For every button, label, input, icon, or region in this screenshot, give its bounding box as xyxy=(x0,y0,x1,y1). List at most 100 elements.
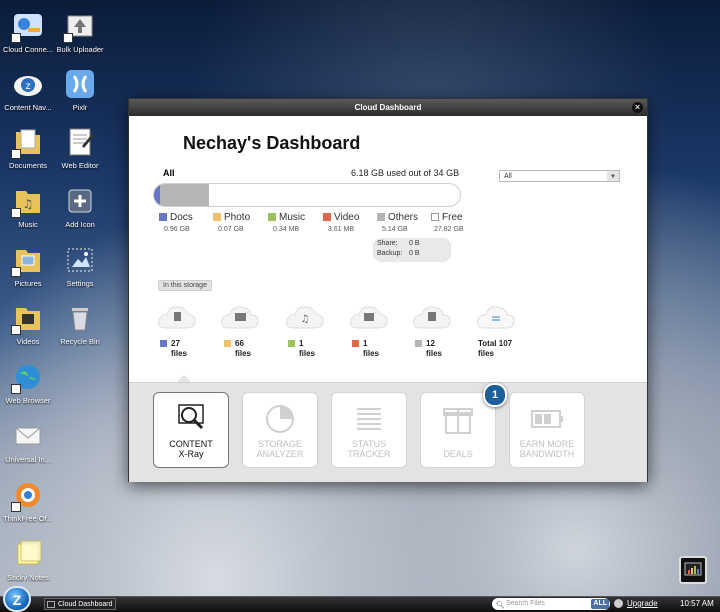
video-file-count: 1 files xyxy=(352,339,379,359)
desktop-icon-recycle-bin[interactable]: Recycle Bin xyxy=(52,302,108,346)
desktop-icon-pixlr[interactable]: Pixlr xyxy=(52,68,108,112)
taskbar-item-cloud-dashboard[interactable]: Cloud Dashboard xyxy=(44,598,116,610)
legend-item-docs: Docs xyxy=(159,212,193,223)
legend-item-photo: Photo xyxy=(213,212,250,223)
music-file-count: 1 files xyxy=(288,339,315,359)
storage-filter-value: All xyxy=(504,173,512,180)
docs-file-count: 27 files xyxy=(160,339,187,359)
earn-more-bandwidth-label: EARN MORE BANDWIDTH xyxy=(519,439,575,459)
deals-label: DEALS xyxy=(443,449,473,459)
videos-folder-icon xyxy=(11,302,44,335)
others-swatch xyxy=(377,213,385,221)
desktop-icon-label: Videos xyxy=(16,337,40,346)
envelope-icon xyxy=(12,420,44,452)
status-tracker-label: STATUS TRACKER xyxy=(347,439,391,459)
desktop-icon-settings[interactable]: Settings xyxy=(52,244,108,288)
feature-tray: CONTENT X-Ray STORAGE ANALYZER STATUS TRACK… xyxy=(129,382,647,482)
video-cloud-icon[interactable] xyxy=(349,300,389,332)
close-button[interactable]: × xyxy=(632,102,643,113)
music-cloud-icon[interactable]: ♫ xyxy=(285,300,325,332)
status-tracker-button[interactable]: STATUS TRACKER xyxy=(331,392,407,468)
desktop-icon-universal-inbox[interactable]: Universal In... xyxy=(0,420,56,464)
thinkfree-icon xyxy=(11,479,44,512)
desktop-icon-cloud-connector[interactable]: Cloud Conne... xyxy=(0,10,56,54)
svg-text:♫: ♫ xyxy=(301,314,310,325)
desktop-icon-documents[interactable]: Documents xyxy=(0,126,56,170)
desktop-icon-label: Universal In... xyxy=(5,455,51,464)
desktop-icon-label: Web Browser xyxy=(5,396,51,405)
documents-folder-icon xyxy=(11,126,44,159)
legend-item-others: Others xyxy=(377,212,418,223)
desktop-icon-web-editor[interactable]: Web Editor xyxy=(52,126,108,170)
total-cloud-icon[interactable] xyxy=(476,300,516,332)
pixlr-icon xyxy=(64,68,96,100)
web-editor-icon xyxy=(64,126,96,158)
desktop-icon-sticky-notes[interactable]: Sticky Notes xyxy=(0,538,56,582)
in-this-storage-chip: In this storage xyxy=(158,280,212,291)
search-files-input[interactable]: 🔍︎ Search Files ALL xyxy=(492,598,610,610)
desktop-icon-label: Cloud Conne... xyxy=(2,45,54,54)
legend-item-video: Video xyxy=(323,212,359,223)
start-button[interactable]: Z xyxy=(3,586,31,612)
desktop-icon-music[interactable]: ♫ Music xyxy=(0,185,56,229)
chevron-down-icon: ▼ xyxy=(607,171,619,181)
desktop-icon-bulk-uploader[interactable]: Bulk Uploader xyxy=(52,10,108,54)
upgrade-link[interactable]: Upgrade xyxy=(627,598,658,610)
desktop-icon-label: ThinkFree Of... xyxy=(2,514,53,523)
desktop-icon-label: Web Editor xyxy=(61,161,99,170)
svg-text:z: z xyxy=(25,81,30,92)
search-placeholder: Search Files xyxy=(506,600,545,607)
pictures-folder-icon xyxy=(11,244,44,277)
desktop-icon-content-navigator[interactable]: z Content Nav... xyxy=(0,68,56,112)
storage-analyzer-button[interactable]: STORAGE ANALYZER xyxy=(242,392,318,468)
deals-button[interactable]: DEALS xyxy=(420,392,496,468)
cloud-connector-icon xyxy=(11,10,44,43)
storage-usage-fill xyxy=(154,184,210,206)
svg-text:♫: ♫ xyxy=(23,197,34,211)
legend-size-free: 27.82 GB xyxy=(434,226,464,233)
legend-size-video: 3.61 MB xyxy=(328,226,355,233)
earn-more-bandwidth-button[interactable]: EARN MORE BANDWIDTH xyxy=(509,392,585,468)
desktop-icon-thinkfree-office[interactable]: ThinkFree Of... xyxy=(0,479,56,523)
window-title: Cloud Dashboard xyxy=(354,103,422,112)
pie-chart-icon xyxy=(266,405,294,433)
total-file-count: Total 107 files xyxy=(478,339,513,358)
window-titlebar[interactable]: Cloud Dashboard × xyxy=(129,99,647,116)
video-swatch xyxy=(323,213,331,221)
storage-used-text: 6.18 GB used out of 34 GB xyxy=(351,168,460,178)
content-navigator-icon: z xyxy=(12,68,44,100)
desktop-icon-videos[interactable]: Videos xyxy=(0,302,56,346)
desktop-icon-web-browser[interactable]: Web Browser xyxy=(0,361,56,405)
legend-size-photo: 0.07 GB xyxy=(218,226,244,233)
storage-usage-bar xyxy=(153,183,461,207)
search-icon: 🔍︎ xyxy=(496,602,505,609)
desktop-icon-add-icon[interactable]: Add Icon xyxy=(52,185,108,229)
others-cloud-icon[interactable] xyxy=(412,300,452,332)
monitor-chart-icon[interactable] xyxy=(679,556,707,584)
content-xray-button[interactable]: CONTENT X-Ray xyxy=(153,392,229,468)
music-swatch xyxy=(268,213,276,221)
photo-swatch xyxy=(213,213,221,221)
desktop-icon-label: Bulk Uploader xyxy=(56,45,104,54)
storage-analyzer-label: STORAGE ANALYZER xyxy=(256,439,304,459)
legend-size-music: 0.34 MB xyxy=(273,226,300,233)
desktop-icon-label: Add Icon xyxy=(65,220,95,229)
free-swatch xyxy=(431,213,439,221)
photo-cloud-icon[interactable] xyxy=(220,300,260,332)
docs-cloud-icon[interactable] xyxy=(157,300,197,332)
taskbar: Z Cloud Dashboard 🔍︎ Search Files ALL Up… xyxy=(0,586,720,612)
legend-size-others: 5.14 GB xyxy=(382,226,408,233)
storage-filter-select[interactable]: All ▼ xyxy=(499,170,620,182)
gift-icon xyxy=(443,408,473,434)
plus-icon xyxy=(64,185,96,217)
desktop-icon-pictures[interactable]: Pictures xyxy=(0,244,56,288)
desktop-icon-label: Pixlr xyxy=(72,103,88,112)
search-scope-button[interactable]: ALL xyxy=(591,599,609,609)
desktop-icon-label: Music xyxy=(18,220,38,229)
deals-notification-badge: 1 xyxy=(483,383,507,407)
docs-swatch xyxy=(159,213,167,221)
legend-size-docs: 0.96 GB xyxy=(164,226,190,233)
music-folder-icon: ♫ xyxy=(11,185,44,218)
backup-value: 0 B xyxy=(409,250,420,257)
others-file-count: 12 files xyxy=(415,339,442,359)
